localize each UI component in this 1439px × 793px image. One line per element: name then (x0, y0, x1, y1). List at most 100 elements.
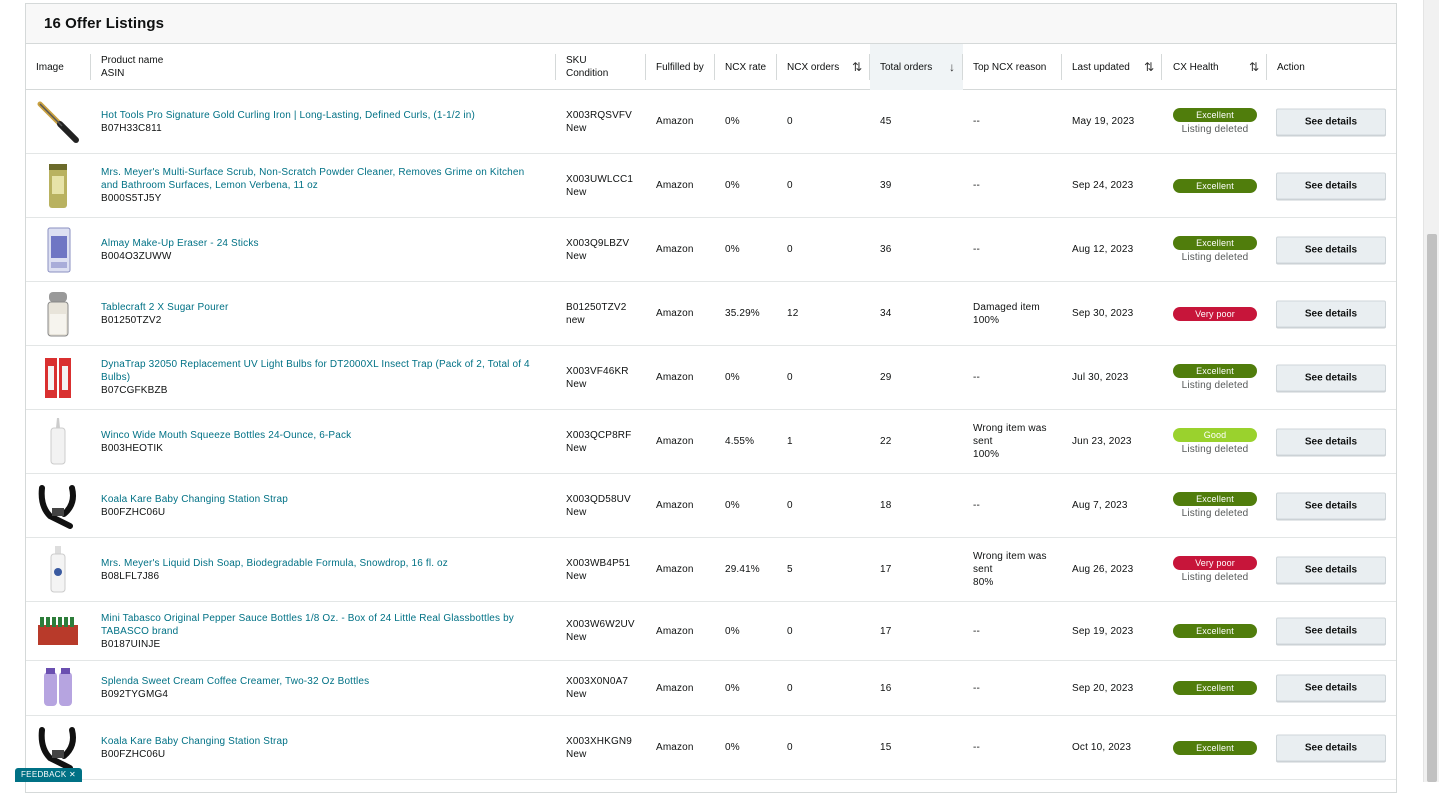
table-row: Mrs. Meyer's Multi-Surface Scrub, Non-Sc… (26, 154, 1396, 218)
sku: X003W6W2UV (566, 619, 635, 630)
condition: New (566, 186, 587, 198)
ncx-reason-line: 100% (973, 449, 1000, 460)
ncx-orders: 5 (787, 564, 793, 575)
table-row: Tablecraft 2 X Sugar Pourer B01250TZV2 B… (26, 282, 1396, 346)
condition: New (566, 632, 587, 643)
last-updated: Sep 20, 2023 (1072, 682, 1134, 694)
last-updated: Aug 12, 2023 (1072, 244, 1134, 255)
product-name-link[interactable]: Almay Make-Up Eraser - 24 Sticks (101, 237, 544, 250)
see-details-button[interactable]: See details (1276, 172, 1386, 199)
squeeze-bottle-icon (36, 417, 80, 466)
condition: New (566, 122, 587, 134)
sku: X003X0N0A7 (566, 676, 629, 687)
ncx-reason-line: sent (973, 564, 993, 575)
col-ncx-orders[interactable]: NCX orders ⇅ (777, 44, 870, 90)
ncx-rate: 35.29% (725, 308, 760, 319)
col-fulfilled-by-label: Fulfilled by (656, 61, 704, 73)
col-product-name-label: Product name (101, 55, 164, 66)
asin: B01250TZV2 (101, 314, 162, 326)
sauce-box-icon (36, 607, 80, 655)
cx-health-badge: Very poor (1173, 555, 1257, 570)
see-details-button[interactable]: See details (1276, 108, 1386, 135)
see-details-button[interactable]: See details (1276, 556, 1386, 583)
cx-health-badge: Excellent (1173, 624, 1257, 638)
col-product-name: Product name ASIN (91, 44, 556, 90)
sort-icon[interactable]: ⇅ (1249, 60, 1259, 74)
asin: B08LFL7J86 (101, 570, 160, 582)
ncx-rate: 0% (725, 244, 740, 255)
ncx-reason-line: -- (973, 116, 980, 127)
col-ncx-rate: NCX rate (715, 44, 777, 90)
asin: B00FZHC06U (101, 506, 166, 518)
fulfilled-by: Amazon (656, 372, 694, 383)
ncx-orders: 0 (787, 180, 793, 191)
cx-health-badge: Excellent (1173, 740, 1257, 755)
col-cx-health-label: CX Health (1173, 61, 1219, 73)
see-details-button[interactable]: See details (1276, 300, 1386, 327)
product-name-link[interactable]: Mrs. Meyer's Liquid Dish Soap, Biodegrad… (101, 557, 544, 570)
ncx-rate: 29.41% (725, 564, 760, 575)
ncx-orders: 0 (787, 500, 793, 511)
product-name-link[interactable]: Splenda Sweet Cream Coffee Creamer, Two-… (101, 675, 544, 688)
cx-health-badge: Excellent (1173, 363, 1257, 378)
table-row: Koala Kare Baby Changing Station Strap B… (26, 716, 1396, 780)
see-details-button[interactable]: See details (1276, 617, 1386, 645)
condition: New (566, 748, 587, 760)
product-name-link[interactable]: Koala Kare Baby Changing Station Strap (101, 493, 544, 506)
vertical-scrollbar[interactable] (1423, 0, 1439, 782)
col-total-orders-label: Total orders (880, 61, 933, 73)
listing-status-note: Listing deleted (1181, 379, 1249, 391)
sort-icon[interactable]: ⇅ (1144, 60, 1154, 74)
cx-health-badge: Good (1173, 427, 1257, 442)
see-details-button[interactable]: See details (1276, 428, 1386, 455)
ncx-reason-line: -- (973, 742, 980, 753)
ncx-orders: 0 (787, 372, 793, 383)
ncx-rate: 0% (725, 742, 740, 753)
last-updated: May 19, 2023 (1072, 116, 1135, 127)
product-name-link[interactable]: Winco Wide Mouth Squeeze Bottles 24-Ounc… (101, 429, 544, 442)
see-details-button[interactable]: See details (1276, 364, 1386, 391)
col-last-updated[interactable]: Last updated ⇅ (1062, 44, 1162, 90)
sku: X003WB4P51 (566, 557, 631, 569)
ncx-reason-line: 80% (973, 577, 994, 588)
last-updated: Oct 10, 2023 (1072, 742, 1132, 753)
see-details-button[interactable]: See details (1276, 236, 1386, 263)
sort-icon[interactable]: ⇅ (852, 60, 862, 74)
see-details-button[interactable]: See details (1276, 674, 1386, 702)
asin: B000S5TJ5Y (101, 193, 162, 204)
product-name-link[interactable]: Tablecraft 2 X Sugar Pourer (101, 301, 544, 314)
makeup-box-icon (36, 226, 80, 274)
panel-title: 16 Offer Listings (44, 15, 165, 32)
powder-canister-icon (36, 162, 80, 210)
strap-icon (36, 724, 80, 772)
sku: X003UWLCC1 (566, 173, 634, 185)
listing-status-note: Listing deleted (1181, 571, 1249, 583)
ncx-orders: 0 (787, 682, 793, 694)
col-total-orders[interactable]: Total orders ↓ (870, 44, 963, 90)
sku: X003QCP8RF (566, 429, 632, 441)
product-name-link[interactable]: Mrs. Meyer's Multi-Surface Scrub, Non-Sc… (101, 166, 544, 192)
table-row: Winco Wide Mouth Squeeze Bottles 24-Ounc… (26, 410, 1396, 474)
col-cx-health[interactable]: CX Health ⇅ (1163, 44, 1267, 90)
ncx-orders: 0 (787, 742, 793, 753)
total-orders: 17 (880, 625, 892, 637)
cx-health-badge: Excellent (1173, 235, 1257, 250)
listings-table: Image Product name ASIN SKU Condition Fu… (26, 44, 1396, 780)
see-details-button[interactable]: See details (1276, 734, 1386, 761)
product-name-link[interactable]: Hot Tools Pro Signature Gold Curling Iro… (101, 109, 544, 122)
ncx-rate: 0% (725, 500, 740, 511)
product-name-link[interactable]: Koala Kare Baby Changing Station Strap (101, 735, 544, 748)
condition: New (566, 250, 587, 262)
table-row: Koala Kare Baby Changing Station Strap B… (26, 474, 1396, 538)
ncx-rate: 0% (725, 116, 740, 127)
sort-descending-icon[interactable]: ↓ (949, 60, 955, 74)
asin: B07H33C811 (101, 122, 162, 134)
curling-iron-icon (36, 98, 80, 146)
see-details-button[interactable]: See details (1276, 492, 1386, 519)
creamer-bottles-icon (36, 664, 80, 712)
product-name-link[interactable]: DynaTrap 32050 Replacement UV Light Bulb… (101, 358, 544, 384)
product-name-link[interactable]: Mini Tabasco Original Pepper Sauce Bottl… (101, 612, 544, 638)
scrollbar-thumb[interactable] (1427, 234, 1437, 782)
feedback-button[interactable]: FEEDBACK ✕ (15, 768, 83, 782)
condition: New (566, 378, 587, 390)
